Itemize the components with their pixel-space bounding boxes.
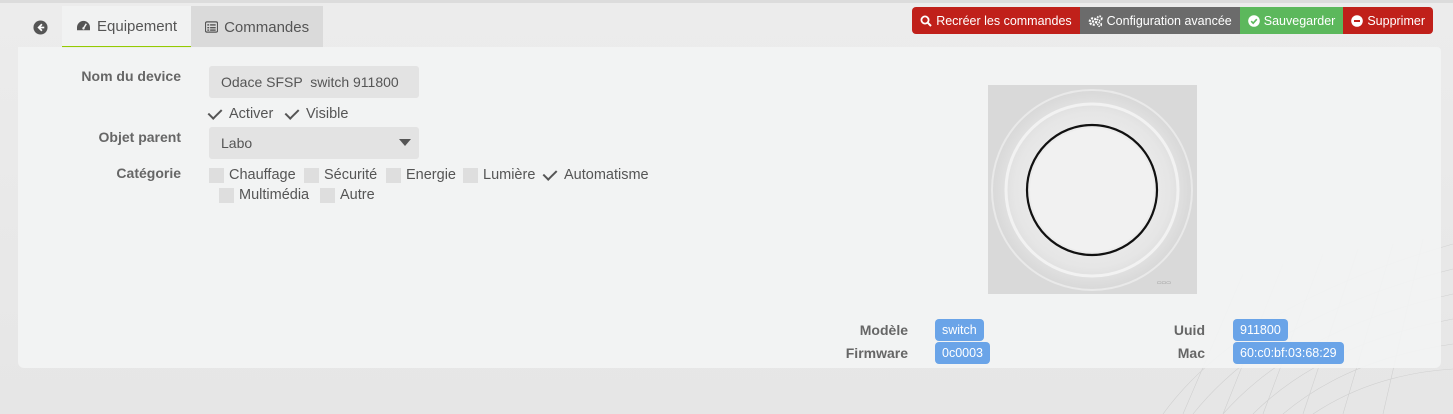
top-border xyxy=(0,0,1453,3)
category-automatisme-checkbox[interactable]: Automatisme xyxy=(544,167,649,183)
parent-object-select[interactable]: Labo xyxy=(209,127,419,159)
tab-equipement-label: Equipement xyxy=(97,17,178,35)
tab-commandes[interactable]: Commandes xyxy=(191,6,324,48)
category-automatisme-label: Automatisme xyxy=(564,167,649,183)
category-multimedia-label: Multimédia xyxy=(239,187,310,203)
delete-button[interactable]: Supprimer xyxy=(1343,7,1433,34)
device-image: ▭▭▭ xyxy=(988,85,1197,294)
modele-label: Modèle xyxy=(859,322,908,338)
category-autre-label: Autre xyxy=(340,187,375,203)
category-energie-checkbox[interactable]: Energie xyxy=(386,167,456,183)
tab-bar: Equipement Commandes xyxy=(18,6,324,48)
category-multimedia-checkbox[interactable]: Multimédia xyxy=(219,187,309,203)
save-label: Sauvegarder xyxy=(1263,13,1336,28)
activer-check xyxy=(209,107,224,122)
device-name-label: Nom du device xyxy=(81,68,181,84)
category-autre-checkbox[interactable]: Autre xyxy=(320,187,375,203)
device-name-value: Odace SFSP switch 911800 xyxy=(221,74,399,90)
category-chauffage-label: Chauffage xyxy=(229,167,296,183)
check-circle-icon xyxy=(1247,14,1260,27)
chevron-down-icon xyxy=(399,139,411,146)
category-energie-label: Energie xyxy=(406,167,456,183)
category-securite-box xyxy=(304,167,319,183)
uuid-badge: 911800 xyxy=(1233,319,1288,341)
parent-object-label: Objet parent xyxy=(98,129,181,145)
svg-text:▭▭▭: ▭▭▭ xyxy=(1157,280,1171,286)
category-lumiere-box xyxy=(463,167,478,183)
category-securite-checkbox[interactable]: Sécurité xyxy=(304,167,377,183)
tab-equipement[interactable]: Equipement xyxy=(62,6,192,48)
category-automatisme-box xyxy=(544,168,559,183)
device-name-input[interactable]: Odace SFSP switch 911800 xyxy=(209,66,419,98)
visible-checkbox[interactable]: Visible xyxy=(286,106,348,122)
uuid-label: Uuid xyxy=(1173,322,1205,338)
tab-commandes-label: Commandes xyxy=(224,18,310,36)
recreate-commands-label: Recréer les commandes xyxy=(936,13,1072,28)
category-multimedia-box xyxy=(219,187,234,203)
category-chauffage-box xyxy=(209,167,224,183)
dashboard-icon xyxy=(76,20,91,33)
modele-badge: switch xyxy=(935,319,984,341)
parent-object-value: Labo xyxy=(221,135,253,151)
firmware-badge: 0c0003 xyxy=(935,342,991,364)
activer-checkbox[interactable]: Activer xyxy=(209,106,273,122)
visible-label: Visible xyxy=(306,106,349,122)
category-label: Catégorie xyxy=(116,165,181,181)
activer-label: Activer xyxy=(229,106,274,122)
category-lumiere-label: Lumière xyxy=(483,167,536,183)
cogs-icon xyxy=(1088,14,1103,27)
advanced-config-label: Configuration avancée xyxy=(1106,13,1232,28)
action-buttons: Recréer les commandes Configuration avan… xyxy=(912,7,1433,34)
search-icon xyxy=(920,15,932,27)
arrow-circle-left-icon xyxy=(32,19,48,35)
category-energie-box xyxy=(386,167,401,183)
category-securite-label: Sécurité xyxy=(324,167,378,183)
delete-label: Supprimer xyxy=(1367,13,1425,28)
firmware-label: Firmware xyxy=(845,345,908,361)
category-chauffage-checkbox[interactable]: Chauffage xyxy=(209,167,296,183)
minus-circle-icon xyxy=(1351,14,1364,27)
equipment-panel: Nom du device Odace SFSP switch 911800 A… xyxy=(18,47,1441,368)
back-button[interactable] xyxy=(18,6,62,48)
advanced-config-button[interactable]: Configuration avancée xyxy=(1079,7,1240,34)
mac-label: Mac xyxy=(1177,345,1205,361)
save-button[interactable]: Sauvegarder xyxy=(1239,7,1344,34)
list-icon xyxy=(205,21,219,33)
recreate-commands-button[interactable]: Recréer les commandes xyxy=(912,7,1080,34)
category-autre-box xyxy=(320,187,335,203)
category-lumiere-checkbox[interactable]: Lumière xyxy=(463,167,535,183)
mac-badge: 60:c0:bf:03:68:29 xyxy=(1233,342,1344,364)
visible-check xyxy=(286,107,301,122)
